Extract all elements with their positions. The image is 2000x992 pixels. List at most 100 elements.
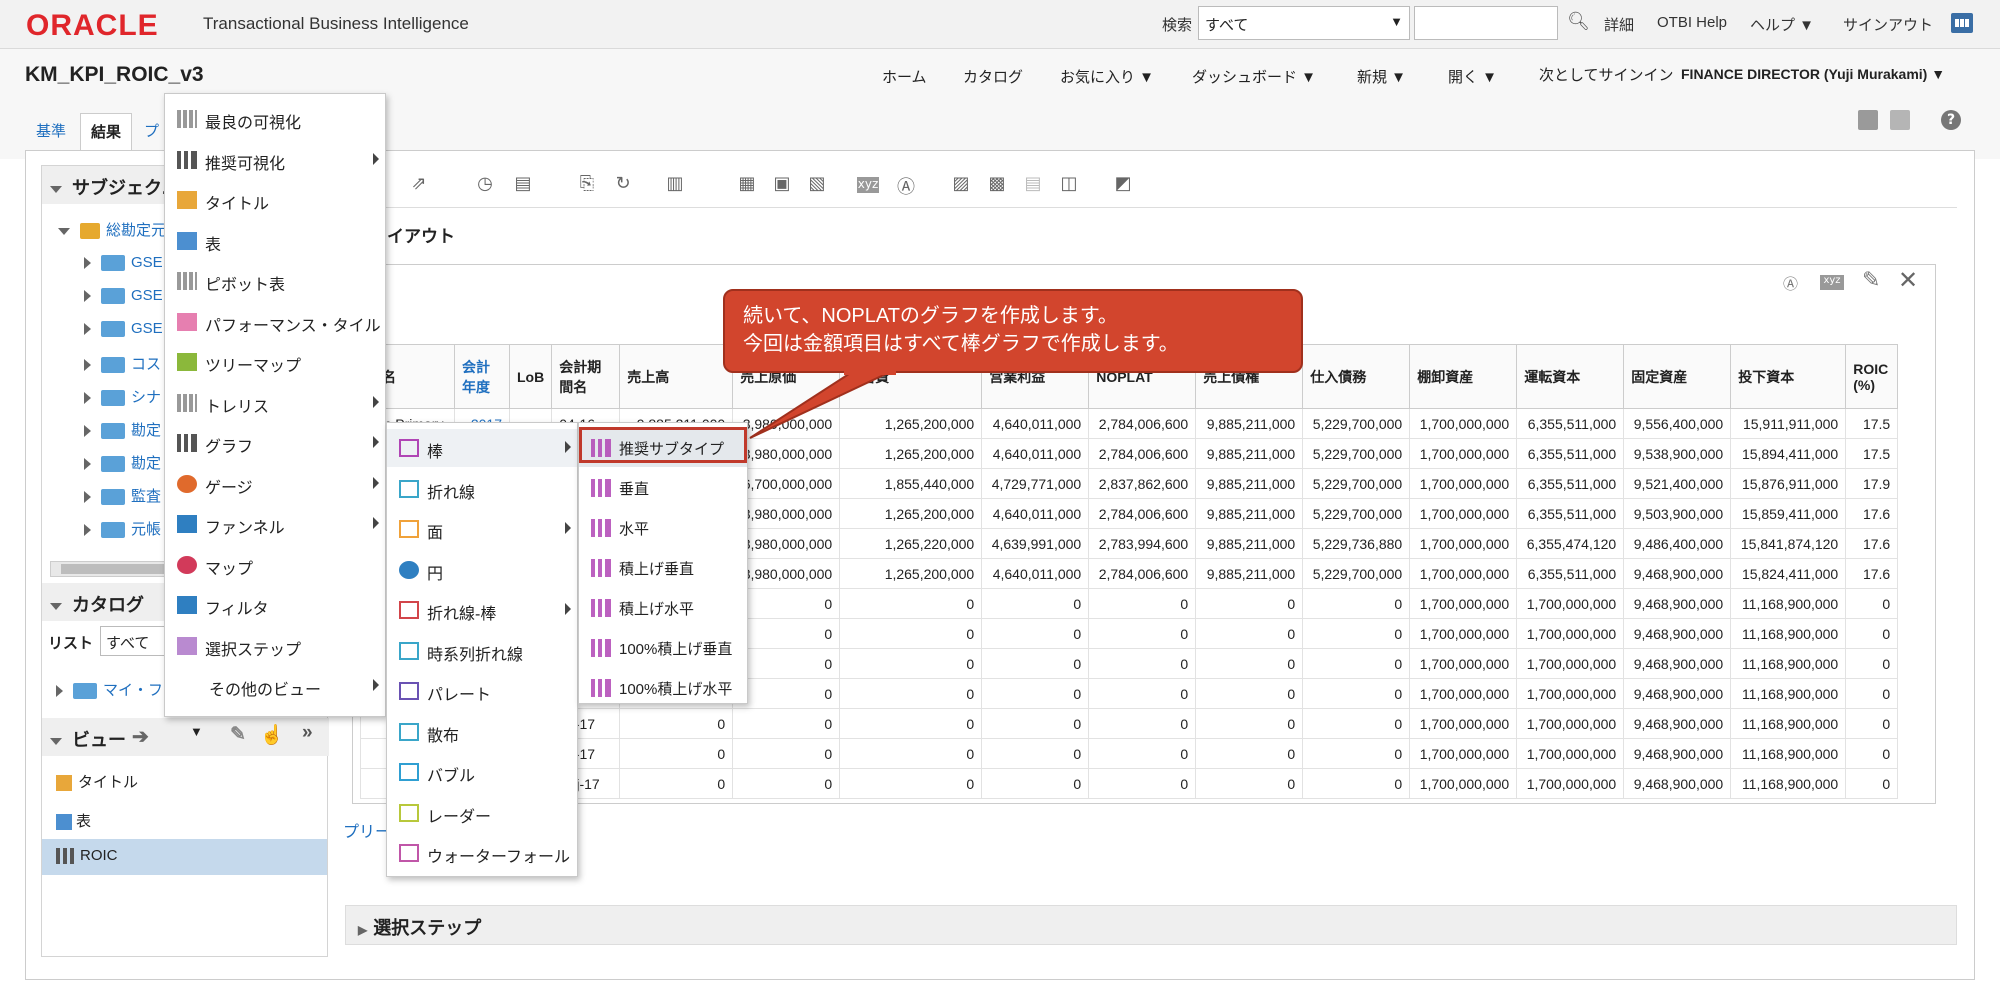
tree-item[interactable]: 勘定 — [84, 452, 161, 473]
signin-user-menu[interactable]: FINANCE DIRECTOR (Yuji Murakami) ▼ — [1681, 66, 1945, 82]
edit-icon[interactable]: ✎ — [1862, 268, 1880, 293]
nav-favorites[interactable]: お気に入り ▼ — [1060, 66, 1154, 87]
bar-subtype-item[interactable]: 積上げ水平 — [579, 589, 747, 627]
collapse-icon[interactable] — [50, 737, 62, 745]
col-header[interactable]: 会計年度 — [454, 344, 510, 409]
chevron-down-icon[interactable]: ▼ — [190, 724, 203, 739]
tree-item[interactable]: GSE — [84, 287, 163, 305]
subject-root[interactable]: 総勘定元 — [58, 219, 166, 240]
export-icon[interactable]: ⇗ — [408, 173, 430, 195]
signout-link[interactable]: サインアウト — [1843, 14, 1933, 35]
graph-type-item[interactable]: 面 — [387, 510, 577, 548]
graph-type-item[interactable]: 時系列折れ線 — [387, 632, 577, 670]
collapse-icon[interactable] — [50, 185, 62, 193]
menu-item[interactable]: タイトル — [165, 181, 385, 219]
selection-steps-section[interactable]: ▶ 選択ステップ — [345, 905, 1957, 945]
graph-type-item[interactable]: ウォーターフォール — [387, 834, 577, 872]
bar-subtype-item[interactable]: 100%積上げ水平 — [579, 669, 747, 707]
refresh-icon[interactable]: ↻ — [612, 173, 634, 195]
text-icon[interactable]: Ⓐ — [895, 173, 917, 198]
close-icon[interactable]: ✕ — [1898, 266, 1918, 294]
search-icon[interactable]: 🔍︎ — [1567, 11, 1590, 32]
my-folders-item[interactable]: マイ・フ — [56, 679, 163, 700]
xyz-icon[interactable]: xyz — [857, 177, 879, 193]
add-row-icon[interactable]: ▨ — [950, 173, 972, 195]
menu-item[interactable]: フィルタ — [165, 586, 385, 624]
edit-view-icon[interactable]: ✎ — [230, 723, 246, 746]
col-header[interactable]: 売上高 — [619, 344, 734, 409]
menu-item[interactable]: その他のビュー — [165, 667, 385, 705]
view-item-title[interactable]: タイトル — [42, 763, 327, 799]
help-icon[interactable]: ? — [1941, 110, 1961, 130]
merge-icon[interactable]: ◫ — [1058, 173, 1080, 195]
bar-subtype-item[interactable]: 垂直 — [579, 469, 747, 507]
search-scope-select[interactable]: すべて ▼ — [1198, 6, 1410, 40]
menu-item[interactable]: ゲージ — [165, 465, 385, 503]
graph-type-item[interactable]: レーダー — [387, 794, 577, 832]
print-icon[interactable]: ▤ — [512, 173, 534, 195]
nav-dashboards[interactable]: ダッシュボード ▼ — [1192, 66, 1316, 87]
collapse-icon[interactable] — [58, 227, 70, 235]
menu-item[interactable]: 推奨可視化 — [165, 141, 385, 179]
help-menu[interactable]: ヘルプ ▼ — [1750, 14, 1814, 35]
bar-subtype-item[interactable]: 水平 — [579, 509, 747, 547]
add-to-layout-icon[interactable]: ➔ — [132, 724, 149, 749]
col-header[interactable]: 固定資産 — [1623, 344, 1732, 409]
expand-icon[interactable]: ▶ — [358, 923, 367, 937]
bar-subtype-item[interactable]: 100%積上げ垂直 — [579, 629, 747, 667]
col-header[interactable]: LoB — [508, 344, 553, 409]
more-icon[interactable]: » — [302, 722, 313, 744]
new-view-icon[interactable]: ▥ — [664, 173, 686, 195]
tree-item[interactable]: 監査 — [84, 485, 161, 506]
tab-criteria[interactable]: 基準 — [26, 113, 76, 150]
apps-grid-icon[interactable] — [1951, 13, 1973, 33]
nav-open[interactable]: 開く ▼ — [1448, 66, 1497, 87]
preview-link[interactable]: プリー — [343, 818, 391, 842]
col-header[interactable]: 仕入債務 — [1302, 344, 1411, 409]
menu-item[interactable]: 選択ステップ — [165, 627, 385, 665]
graph-type-item[interactable]: 折れ線-棒 — [387, 591, 577, 629]
graph-type-item[interactable]: バブル — [387, 753, 577, 791]
xyz-icon[interactable]: xyz — [1820, 275, 1844, 290]
tree-item[interactable]: 勘定 — [84, 419, 161, 440]
nav-new[interactable]: 新規 ▼ — [1357, 66, 1406, 87]
menu-item[interactable]: トレリス — [165, 384, 385, 422]
menu-item[interactable]: マップ — [165, 546, 385, 584]
schedule-icon[interactable]: ◷ — [474, 173, 496, 195]
columns-icon[interactable]: ▧ — [806, 173, 828, 195]
copy-icon[interactable]: ⎘ — [576, 173, 598, 195]
graph-type-item[interactable]: 円 — [387, 551, 577, 589]
save-as-icon[interactable] — [1890, 110, 1910, 130]
layers-icon[interactable]: ▣ — [771, 173, 793, 195]
bar-subtype-item[interactable]: 積上げ垂直 — [579, 549, 747, 587]
graph-type-item[interactable]: 折れ線 — [387, 470, 577, 508]
graph-type-item[interactable]: パレート — [387, 672, 577, 710]
col-header[interactable]: 運転資本 — [1516, 344, 1625, 409]
col-header[interactable]: 会計期間名 — [551, 344, 621, 409]
menu-item[interactable]: ピボット表 — [165, 262, 385, 300]
tree-item[interactable]: 元帳 — [84, 518, 161, 539]
menu-item[interactable]: 最良の可視化 — [165, 100, 385, 138]
tree-item[interactable]: コス — [84, 353, 161, 374]
chart-edit-icon[interactable]: ◩ — [1112, 173, 1134, 195]
save-icon[interactable] — [1858, 110, 1878, 130]
tree-item[interactable]: シナ — [84, 386, 161, 407]
tab-results[interactable]: 結果 — [80, 113, 133, 150]
collapse-icon[interactable] — [50, 602, 62, 610]
menu-item[interactable]: ツリーマップ — [165, 343, 385, 381]
view-item-table[interactable]: 表 — [42, 802, 327, 838]
remove-icon[interactable]: ▤ — [1022, 173, 1044, 195]
graph-type-item[interactable]: 散布 — [387, 713, 577, 751]
menu-item[interactable]: グラフ — [165, 424, 385, 462]
menu-item[interactable]: ファンネル — [165, 505, 385, 543]
remove-view-icon[interactable]: ☝ — [260, 723, 284, 747]
tree-item[interactable]: GSE — [84, 254, 163, 272]
search-input[interactable] — [1414, 6, 1558, 40]
menu-item[interactable]: パフォーマンス・タイル — [165, 303, 385, 341]
advanced-link[interactable]: 詳細 — [1604, 14, 1634, 35]
nav-home[interactable]: ホーム — [882, 66, 927, 87]
view-item-roic[interactable]: ROIC — [42, 839, 327, 875]
col-header[interactable]: ROIC (%) — [1845, 344, 1899, 409]
menu-item[interactable]: 表 — [165, 222, 385, 260]
nav-catalog[interactable]: カタログ — [963, 66, 1023, 87]
